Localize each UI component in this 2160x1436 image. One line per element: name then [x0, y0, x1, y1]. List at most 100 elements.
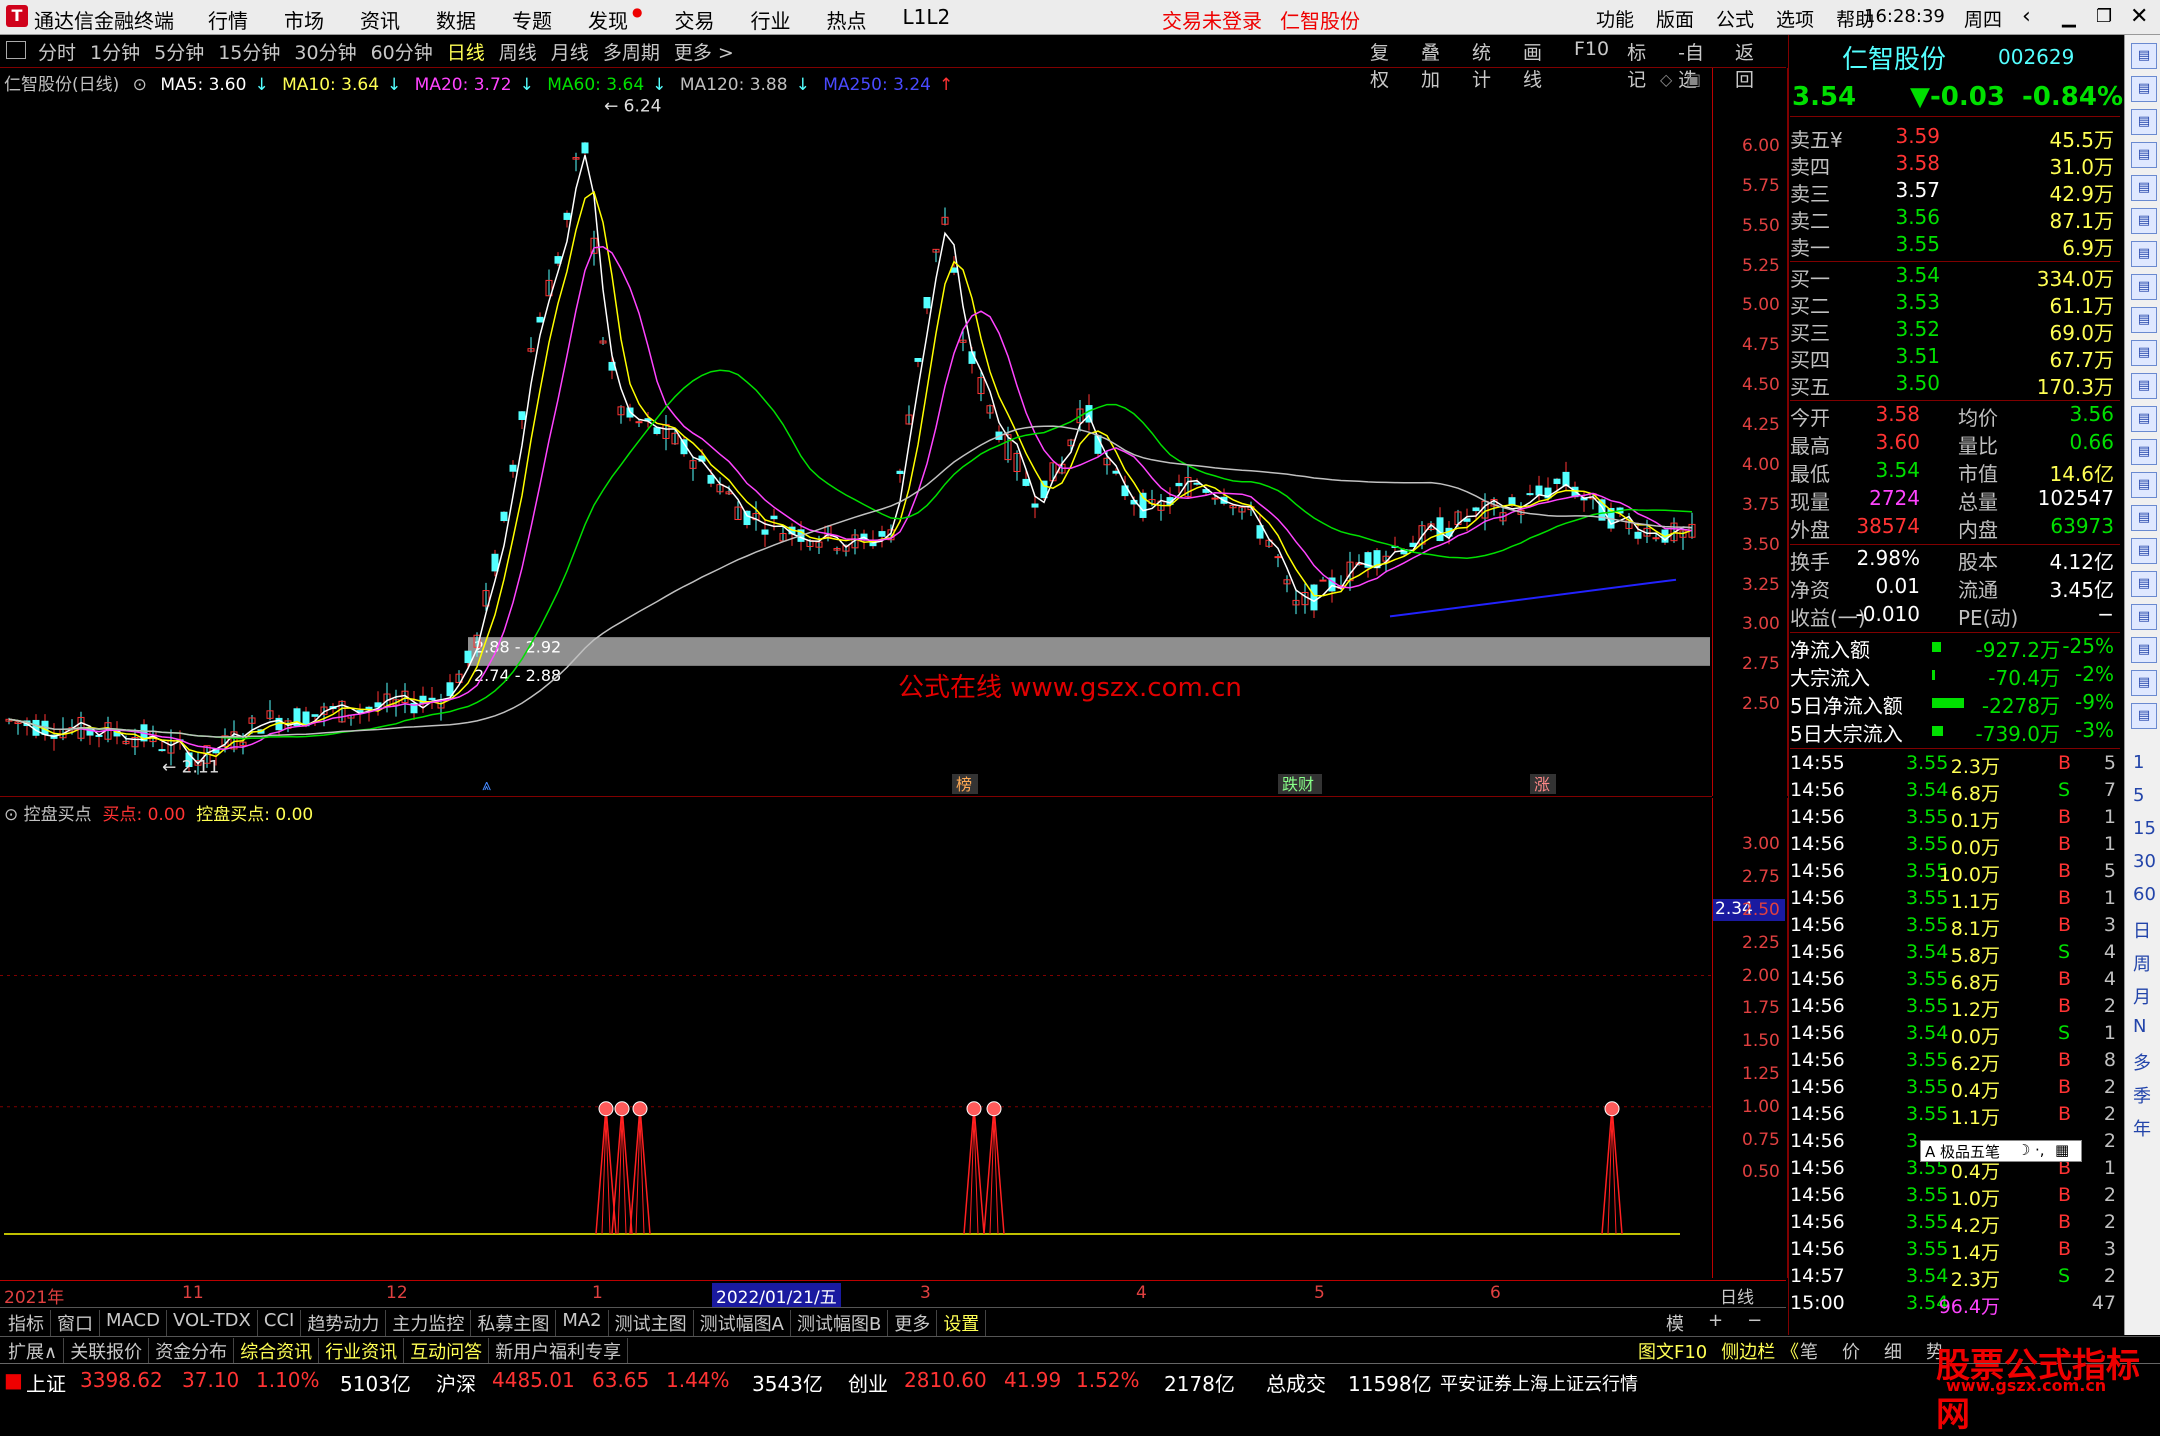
ask-row[interactable]: 卖三 3.57 42.9万 [1790, 178, 2120, 206]
menu-item-l1l2[interactable]: L1L2 [902, 5, 950, 34]
period-tab-5min[interactable]: 5分钟 [154, 38, 204, 65]
index-cy-name[interactable]: 创业 [848, 1368, 888, 1397]
ind-tab-indicator[interactable]: 指标 [2, 1310, 51, 1336]
index-sz-name[interactable]: 沪深 [436, 1368, 476, 1397]
tool-16-icon[interactable]: ▤ [2131, 538, 2157, 564]
menu-item-function[interactable]: 功能 [1596, 5, 1634, 32]
period-tab-60min[interactable]: 60分钟 [371, 38, 433, 65]
sub-chart-area[interactable] [0, 798, 1712, 1278]
tab-fund-distribution[interactable]: 资金分布 [149, 1338, 235, 1364]
period-shortcut[interactable]: 季 [2133, 1082, 2151, 1108]
period-shortcut[interactable]: 30 [2133, 851, 2156, 872]
period-tab-weekly[interactable]: 周线 [499, 38, 537, 65]
ind-tab-monitor[interactable]: 主力监控 [386, 1310, 472, 1336]
flow-row[interactable]: 大宗流入 -70.4万 -2% [1790, 662, 2120, 690]
back-icon[interactable]: ‹ [2022, 4, 2031, 29]
tab-general-news[interactable]: 综合资讯 [234, 1338, 320, 1364]
ask-row[interactable]: 卖四 3.58 31.0万 [1790, 151, 2120, 179]
period-tab-daily[interactable]: 日线 [447, 38, 485, 65]
period-tab-monthly[interactable]: 月线 [551, 38, 589, 65]
ind-tab-test-a[interactable]: 测试幅图A [694, 1310, 791, 1336]
tab-related-quotes[interactable]: 关联报价 [64, 1338, 150, 1364]
menu-item-discover[interactable]: 发现 [588, 5, 628, 34]
period-tab-more[interactable]: 更多 > [674, 38, 734, 65]
tool-20-icon[interactable]: ▤ [2131, 670, 2157, 696]
tab-qa[interactable]: 互动问答 [404, 1338, 490, 1364]
tool-17-icon[interactable]: ▤ [2131, 571, 2157, 597]
ind-tab-cci[interactable]: CCI [258, 1310, 302, 1336]
tool-8-icon[interactable]: ▤ [2131, 274, 2157, 300]
tool-18-icon[interactable]: ▤ [2131, 604, 2157, 630]
ime-keyboard-icon[interactable]: ▦ [2055, 1141, 2069, 1159]
tab-industry-news[interactable]: 行业资讯 [319, 1338, 405, 1364]
tool-14-icon[interactable]: ▤ [2131, 472, 2157, 498]
index-sh-name[interactable]: 上证 [26, 1368, 66, 1397]
tool-19-icon[interactable]: ▤ [2131, 637, 2157, 663]
menu-item-market[interactable]: 市场 [284, 5, 324, 34]
tool-12-icon[interactable]: ▤ [2131, 406, 2157, 432]
minimize-icon[interactable]: ▁ [2062, 7, 2076, 28]
period-shortcut[interactable]: 多 [2133, 1049, 2151, 1075]
ind-tab-test-b[interactable]: 测试幅图B [791, 1310, 889, 1336]
flow-row[interactable]: 净流入额 -927.2万 -25% [1790, 634, 2120, 662]
ind-tab-private[interactable]: 私募主图 [471, 1310, 557, 1336]
bid-row[interactable]: 买二 3.53 61.1万 [1790, 290, 2120, 318]
tool-11-icon[interactable]: ▤ [2131, 373, 2157, 399]
ind-tab-more[interactable]: 更多 [888, 1310, 938, 1336]
sidebar-button[interactable]: 侧边栏 《 [1721, 1338, 1799, 1364]
ind-tab-settings[interactable]: 设置 [937, 1310, 987, 1336]
period-tab-30min[interactable]: 30分钟 [294, 38, 356, 65]
close-icon[interactable]: ✕ [2130, 4, 2148, 29]
tool-10-icon[interactable]: ▤ [2131, 340, 2157, 366]
bid-row[interactable]: 买四 3.51 67.7万 [1790, 344, 2120, 372]
tool-21-icon[interactable]: ▤ [2131, 703, 2157, 729]
period-shortcut[interactable]: 1 [2133, 752, 2144, 773]
tab-ticks[interactable]: 笔 [1800, 1338, 1818, 1364]
tool-3-icon[interactable]: ▤ [2131, 109, 2157, 135]
period-shortcut[interactable]: 15 [2133, 818, 2156, 839]
period-tab-intraday[interactable]: 分时 [38, 38, 76, 65]
menu-item-data[interactable]: 数据 [436, 5, 476, 34]
tool-9-icon[interactable]: ▤ [2131, 307, 2157, 333]
tool-15-icon[interactable]: ▤ [2131, 505, 2157, 531]
period-shortcut[interactable]: 日 [2133, 917, 2151, 943]
period-shortcut[interactable]: 年 [2133, 1115, 2151, 1141]
menu-item-hot[interactable]: 热点 [826, 5, 866, 34]
menu-item-trade[interactable]: 交易 [674, 5, 714, 34]
sub-legend-toggle-icon[interactable]: ⊙ [4, 805, 18, 825]
tool-4-icon[interactable]: ▤ [2131, 142, 2157, 168]
bid-row[interactable]: 买五 3.50 170.3万 [1790, 371, 2120, 399]
tool-5-icon[interactable]: ▤ [2131, 175, 2157, 201]
tool-13-icon[interactable]: ▤ [2131, 439, 2157, 465]
tab-expand[interactable]: 扩展∧ [2, 1338, 65, 1364]
menu-item-options[interactable]: 选项 [1776, 5, 1814, 32]
f10-button[interactable]: 图文F10 [1638, 1338, 1707, 1364]
ind-tab-ma2[interactable]: MA2 [556, 1310, 609, 1336]
tool-7-icon[interactable]: ▤ [2131, 241, 2157, 267]
indicator-chart[interactable] [0, 798, 1712, 1278]
layout-icon[interactable] [6, 41, 26, 59]
period-shortcut[interactable]: 周 [2133, 950, 2151, 976]
period-tab-15min[interactable]: 15分钟 [218, 38, 280, 65]
tab-new-user[interactable]: 新用户福利专享 [489, 1338, 629, 1364]
ind-tab-vol[interactable]: VOL-TDX [167, 1310, 258, 1336]
period-tab-multi[interactable]: 多周期 [603, 38, 660, 65]
ind-tab-macd[interactable]: MACD [100, 1310, 167, 1336]
ime-moon-icon[interactable]: ☽ [2017, 1141, 2030, 1159]
ask-row[interactable]: 卖五¥ 3.59 45.5万 [1790, 124, 2120, 152]
tab-detail[interactable]: 细 [1884, 1338, 1902, 1364]
ind-tab-trend[interactable]: 趋势动力 [301, 1310, 387, 1336]
menu-item-layout[interactable]: 版面 [1656, 5, 1694, 32]
tool-6-icon[interactable]: ▤ [2131, 208, 2157, 234]
menu-item-formula[interactable]: 公式 [1716, 5, 1754, 32]
chart-expand-icon[interactable]: ▣ [1686, 70, 1701, 89]
chart-diamond-icon[interactable]: ◇ [1660, 70, 1672, 89]
period-shortcut[interactable]: 月 [2133, 983, 2151, 1009]
bid-row[interactable]: 买一 3.54 334.0万 [1790, 263, 2120, 291]
flow-row[interactable]: 5日净流入额 -2278万 -9% [1790, 690, 2120, 718]
login-status[interactable]: 交易未登录 [1162, 5, 1262, 34]
ime-toolbar[interactable]: A 极品五笔 ☽ ·, ▦ [1920, 1140, 2082, 1162]
menu-item-quotes[interactable]: 行情 [208, 5, 248, 34]
menu-item-topics[interactable]: 专题 [512, 5, 552, 34]
ind-tab-test-main[interactable]: 测试主图 [609, 1310, 694, 1336]
